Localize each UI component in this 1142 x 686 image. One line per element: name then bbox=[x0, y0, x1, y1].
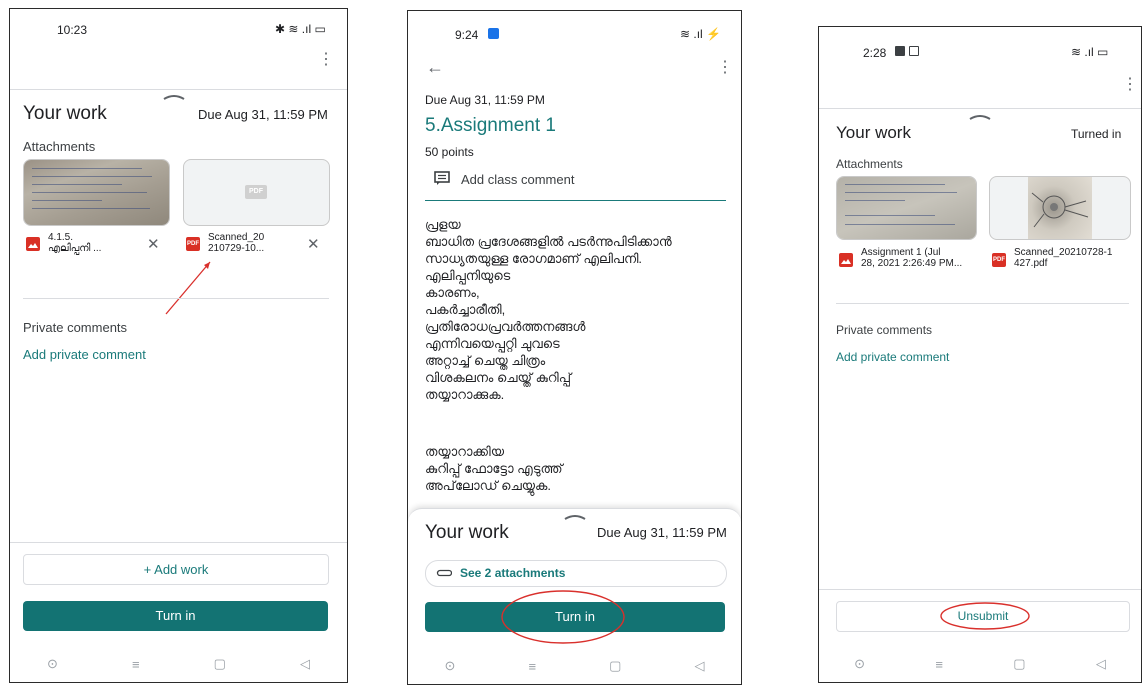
more-options-icon[interactable]: ⋮ bbox=[1122, 77, 1138, 93]
system-nav-bar: ⊙ ≡ ▢ ◁ bbox=[819, 646, 1141, 682]
upload-instructions-text: തയ്യാറാക്കിയ കുറിപ്പ് ഫോട്ടോ എടുത്ത് അപ്… bbox=[425, 444, 563, 493]
attachment-thumbnail-pdf[interactable]: PDF bbox=[183, 159, 330, 226]
nav-home-icon[interactable]: ⊙ bbox=[445, 658, 456, 674]
your-work-heading: Your work bbox=[23, 103, 107, 124]
pdf-file-icon: PDF bbox=[992, 253, 1006, 267]
status-icons: ≋ .ıl ▭ bbox=[1071, 45, 1109, 59]
status-icons: ✱ ≋ .ıl ▭ bbox=[275, 22, 326, 36]
see-attachments-label: See 2 attachments bbox=[460, 566, 566, 580]
attachment-thumbnail-pdf[interactable] bbox=[989, 176, 1131, 240]
due-date-sheet: Due Aug 31, 11:59 PM bbox=[597, 525, 727, 540]
nav-menu-icon[interactable]: ≡ bbox=[935, 657, 943, 672]
status-time: 9:24 bbox=[455, 28, 479, 42]
bottom-divider bbox=[819, 589, 1141, 590]
attachment-2-name: Scanned_20210728-1 427.pdf bbox=[1014, 247, 1113, 269]
back-arrow-icon[interactable]: ← bbox=[426, 57, 444, 78]
attachments-label: Attachments bbox=[23, 139, 96, 154]
nav-back-icon[interactable]: ◁ bbox=[300, 656, 310, 672]
more-options-icon[interactable]: ⋮ bbox=[318, 52, 334, 68]
remove-attachment-1-icon[interactable]: ✕ bbox=[147, 235, 160, 253]
nav-back-icon[interactable]: ◁ bbox=[694, 658, 704, 674]
handwritten-page-image bbox=[837, 177, 976, 239]
nav-recents-icon[interactable]: ▢ bbox=[1013, 656, 1025, 672]
nav-home-icon[interactable]: ⊙ bbox=[47, 656, 58, 672]
annotation-arrow bbox=[165, 261, 211, 315]
nav-back-icon[interactable]: ◁ bbox=[1096, 656, 1106, 672]
add-private-comment-link[interactable]: Add private comment bbox=[836, 350, 949, 364]
phone-screen-assignment: 9:24 ≋ .ıl ⚡ ← ⋮ Due Aug 31, 11:59 PM 5.… bbox=[407, 10, 742, 685]
instructions-text: പ്രളയ ബാധിത പ്രദേശങ്ങളിൽ പടർന്നുപിടിക്കാ… bbox=[425, 217, 672, 402]
attachments-divider bbox=[23, 298, 329, 299]
your-work-heading: Your work bbox=[425, 522, 509, 543]
image-file-icon bbox=[839, 253, 853, 267]
points: 50 points bbox=[425, 145, 474, 159]
attachment-thumbnail-image[interactable] bbox=[23, 159, 170, 226]
comment-icon bbox=[434, 171, 450, 185]
drag-handle-icon[interactable] bbox=[564, 513, 586, 521]
status-time: 2:28 bbox=[863, 46, 887, 60]
see-attachments-chip[interactable]: See 2 attachments bbox=[425, 560, 727, 587]
comment-underline bbox=[425, 200, 726, 201]
scanned-drawing-image bbox=[1028, 177, 1092, 239]
paperclip-icon bbox=[436, 569, 452, 577]
phone-screen-turned-in: 2:28 ≋ .ıl ▭ ⋮ Your work Turned in Attac… bbox=[818, 26, 1142, 683]
due-date: Due Aug 31, 11:59 PM bbox=[198, 107, 328, 122]
annotation-circle bbox=[501, 590, 625, 644]
more-options-icon[interactable]: ⋮ bbox=[717, 60, 733, 76]
nav-recents-icon[interactable]: ▢ bbox=[214, 656, 226, 672]
nav-recents-icon[interactable]: ▢ bbox=[609, 658, 621, 674]
gallery-icon bbox=[909, 46, 919, 56]
attachments-label: Attachments bbox=[836, 157, 903, 171]
pdf-file-icon: PDF bbox=[186, 237, 200, 251]
notification-icon bbox=[895, 46, 905, 56]
private-comments-label: Private comments bbox=[836, 323, 933, 337]
turn-in-button[interactable]: Turn in bbox=[23, 601, 328, 631]
remove-attachment-2-icon[interactable]: ✕ bbox=[307, 235, 320, 253]
sheet-top-divider bbox=[819, 108, 1141, 109]
add-work-button[interactable]: + Add work bbox=[23, 554, 329, 585]
add-private-comment-link[interactable]: Add private comment bbox=[23, 347, 146, 362]
your-work-heading: Your work bbox=[836, 123, 911, 142]
pdf-thumbnail-icon: PDF bbox=[245, 185, 267, 199]
status-time: 10:23 bbox=[57, 23, 88, 37]
add-class-comment[interactable]: Add class comment bbox=[461, 172, 574, 187]
drag-handle-icon[interactable] bbox=[969, 113, 991, 121]
nav-menu-icon[interactable]: ≡ bbox=[528, 659, 536, 674]
bottom-divider bbox=[10, 542, 347, 543]
image-file-icon bbox=[26, 237, 40, 251]
drag-handle-icon[interactable] bbox=[163, 93, 185, 101]
status-icons: ≋ .ıl ⚡ bbox=[680, 27, 721, 41]
attachments-divider bbox=[836, 303, 1129, 304]
attachment-1-name: 4.1.5. എലിപ്പനി ... bbox=[48, 232, 102, 254]
annotation-circle bbox=[940, 602, 1030, 630]
phone-screen-add-work: 10:23 ✱ ≋ .ıl ▭ ⋮ Your work Due Aug 31, … bbox=[9, 8, 348, 683]
notification-icon bbox=[488, 28, 499, 39]
sheet-top-divider bbox=[10, 89, 347, 90]
system-nav-bar: ⊙ ≡ ▢ ◁ bbox=[408, 648, 741, 684]
turned-in-status: Turned in bbox=[1071, 127, 1122, 141]
system-nav-bar: ⊙ ≡ ▢ ◁ bbox=[10, 646, 347, 682]
nav-home-icon[interactable]: ⊙ bbox=[854, 656, 865, 672]
assignment-title: 5.Assignment 1 bbox=[425, 115, 556, 136]
due-date: Due Aug 31, 11:59 PM bbox=[425, 93, 545, 107]
attachment-1-name: Assignment 1 (Jul 28, 2021 2:26:49 PM... bbox=[861, 247, 963, 269]
private-comments-label: Private comments bbox=[23, 320, 128, 335]
nav-menu-icon[interactable]: ≡ bbox=[132, 657, 140, 672]
handwritten-page-image bbox=[24, 160, 169, 225]
attachment-2-name: Scanned_20 210729-10... bbox=[208, 232, 265, 254]
attachment-thumbnail-image[interactable] bbox=[836, 176, 977, 240]
